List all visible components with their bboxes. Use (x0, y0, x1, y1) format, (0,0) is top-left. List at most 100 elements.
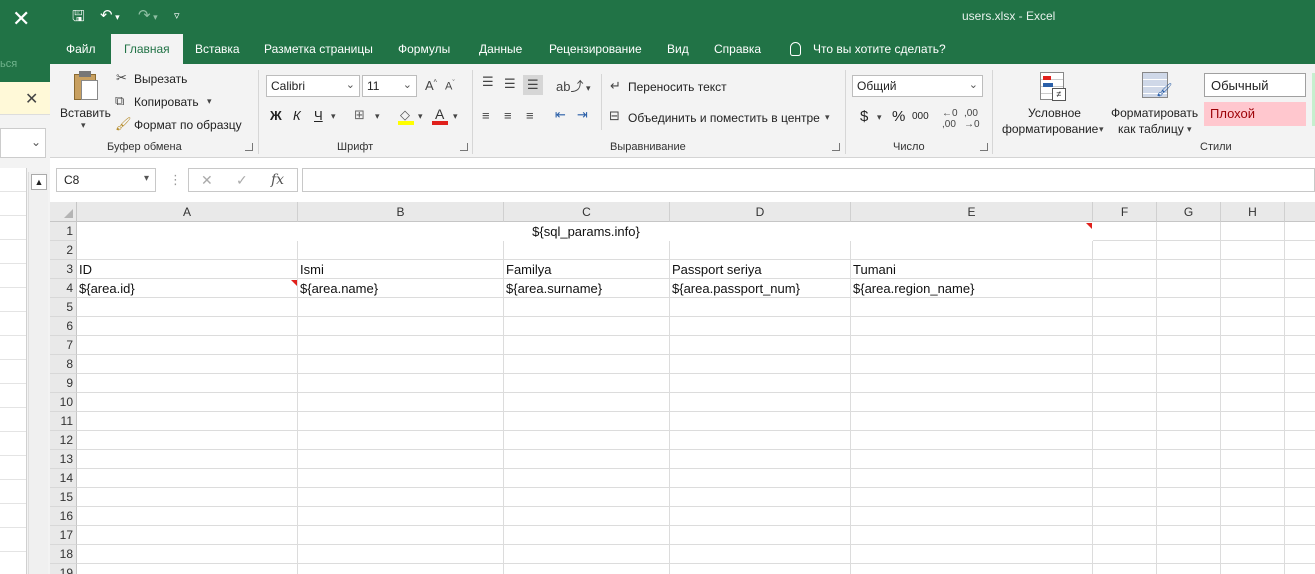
number-format-select[interactable]: Общий ⌄ (852, 75, 983, 97)
currency-dropdown-icon[interactable]: ▾ (877, 112, 882, 123)
row-header[interactable]: 14 (50, 469, 77, 488)
thousands-button[interactable]: 000 (912, 111, 929, 122)
paste-dropdown-icon[interactable]: ▾ (81, 120, 86, 131)
cell-d3[interactable]: Passport seriya (670, 260, 762, 279)
column-header-g[interactable]: G (1157, 202, 1221, 222)
cell-e4[interactable]: ${area.region_name} (851, 279, 974, 298)
row-header[interactable]: 4 (50, 279, 77, 298)
vertical-scrollbar[interactable]: ▲ (28, 172, 48, 574)
select-all-button[interactable] (50, 202, 77, 222)
format-as-table-line1[interactable]: Форматировать (1111, 106, 1198, 120)
column-header-f[interactable]: F (1093, 202, 1157, 222)
cell-a3[interactable]: ID (77, 260, 92, 279)
customize-quick-access-icon[interactable]: ▿ (174, 9, 180, 22)
tab-home[interactable]: Главная (111, 34, 183, 64)
copy-button[interactable]: Копировать (134, 95, 199, 109)
row-header[interactable]: 15 (50, 488, 77, 507)
format-as-table-icon[interactable]: 🖌 (1140, 70, 1173, 102)
row-header[interactable]: 11 (50, 412, 77, 431)
enter-icon[interactable]: ✓ (236, 172, 248, 189)
italic-button[interactable]: К (293, 108, 301, 123)
row-header[interactable]: 18 (50, 545, 77, 564)
cut-button[interactable]: Вырезать (134, 72, 187, 86)
decrease-font-size-icon[interactable]: Aˇ (445, 80, 455, 93)
bold-button[interactable]: Ж (270, 108, 282, 123)
font-size-select[interactable]: 11 ⌄ (362, 75, 417, 97)
align-right-icon[interactable]: ≡ (526, 108, 534, 123)
cell-e3[interactable]: Tumani (851, 260, 896, 279)
wrap-text-button[interactable]: Переносить текст (628, 80, 727, 94)
row-header[interactable]: 5 (50, 298, 77, 317)
decrease-decimal-icon[interactable]: ,00 →0 (964, 108, 980, 130)
tab-page-layout[interactable]: Разметка страницы (264, 42, 373, 56)
clipboard-launcher-icon[interactable] (245, 143, 253, 151)
row-header[interactable]: 8 (50, 355, 77, 374)
underline-button[interactable]: Ч (314, 108, 323, 123)
tell-me-search[interactable]: Что вы хотите сделать? (790, 42, 946, 56)
background-dropdown[interactable]: ⌄ (0, 128, 46, 158)
tab-review[interactable]: Рецензирование (549, 42, 642, 56)
column-header-h[interactable]: H (1221, 202, 1285, 222)
align-middle-icon[interactable]: ☰ (504, 76, 516, 92)
number-launcher-icon[interactable] (980, 143, 988, 151)
font-color-dropdown-icon[interactable]: ▾ (453, 111, 458, 122)
row-header[interactable]: 3 (50, 260, 77, 279)
underline-dropdown-icon[interactable]: ▾ (331, 111, 336, 122)
align-left-icon[interactable]: ≡ (482, 108, 490, 123)
fill-color-dropdown-icon[interactable]: ▾ (418, 111, 423, 122)
font-color-icon[interactable]: A (432, 106, 450, 125)
fill-color-icon[interactable]: ◇ (398, 107, 416, 125)
tab-data[interactable]: Данные (479, 42, 522, 56)
column-header-c[interactable]: C (504, 202, 670, 222)
redo-icon[interactable]: ↷ ▾ (138, 6, 158, 24)
row-header[interactable]: 6 (50, 317, 77, 336)
tab-insert[interactable]: Вставка (195, 42, 240, 56)
save-icon[interactable]: 🖫 (72, 6, 85, 31)
cancel-icon[interactable]: ✕ (201, 172, 213, 189)
row-header[interactable]: 16 (50, 507, 77, 526)
format-as-table-line2[interactable]: как таблицу (1118, 122, 1184, 136)
increase-decimal-icon[interactable]: ←0,00 (942, 108, 958, 130)
column-header-a[interactable]: A (77, 202, 298, 222)
paste-button[interactable]: Вставить (60, 106, 111, 120)
column-header-b[interactable]: B (298, 202, 504, 222)
cell-a4[interactable]: ${area.id} (77, 279, 135, 298)
comment-indicator[interactable] (291, 280, 297, 286)
column-header-e[interactable]: E (851, 202, 1093, 222)
merge-dropdown-icon[interactable]: ▾ (825, 112, 830, 123)
currency-button[interactable]: $ (860, 108, 868, 125)
percent-button[interactable]: % (892, 108, 905, 125)
increase-indent-icon[interactable]: ⇥ (577, 107, 588, 123)
undo-icon[interactable]: ↶ ▾ (100, 6, 120, 24)
cell-b3[interactable]: Ismi (298, 260, 324, 279)
tab-file[interactable]: Файл (66, 42, 96, 56)
cell-c3[interactable]: Familya (504, 260, 552, 279)
close-icon[interactable]: ✕ (12, 6, 30, 32)
row-header[interactable]: 19 (50, 564, 77, 574)
column-header-next[interactable] (1285, 202, 1315, 222)
borders-dropdown-icon[interactable]: ▾ (375, 111, 380, 122)
borders-icon[interactable]: ⊞ (354, 107, 365, 123)
cell-c4[interactable]: ${area.surname} (504, 279, 602, 298)
cell-d4[interactable]: ${area.passport_num} (670, 279, 800, 298)
row-header[interactable]: 12 (50, 431, 77, 450)
comment-indicator[interactable] (1086, 223, 1092, 229)
conditional-formatting-line2[interactable]: форматирование (1002, 122, 1098, 136)
conditional-formatting-line1[interactable]: Условное (1028, 106, 1081, 120)
orientation-icon[interactable]: ab⤴ ▾ (556, 76, 591, 95)
tab-view[interactable]: Вид (667, 42, 689, 56)
increase-font-size-icon[interactable]: A^ (425, 78, 437, 93)
style-bad[interactable]: Плохой (1204, 102, 1306, 126)
copy-dropdown-icon[interactable]: ▾ (207, 96, 212, 107)
row-header[interactable]: 13 (50, 450, 77, 469)
align-top-icon[interactable]: ☰ (482, 74, 494, 90)
spreadsheet-grid[interactable]: A B C D E F G H 1 2 3 4 5 6 7 8 9 10 11 12 13 14 15 16 1… (50, 202, 1315, 574)
merged-title-cell[interactable]: ${sql_params.info} (77, 222, 1093, 241)
alignment-launcher-icon[interactable] (832, 143, 840, 151)
align-center-icon[interactable]: ≡ (504, 108, 512, 123)
row-header[interactable]: 9 (50, 374, 77, 393)
cell-b4[interactable]: ${area.name} (298, 279, 378, 298)
format-painter-button[interactable]: Формат по образцу (134, 118, 242, 132)
formula-input[interactable] (302, 168, 1315, 192)
row-header[interactable]: 2 (50, 241, 77, 260)
